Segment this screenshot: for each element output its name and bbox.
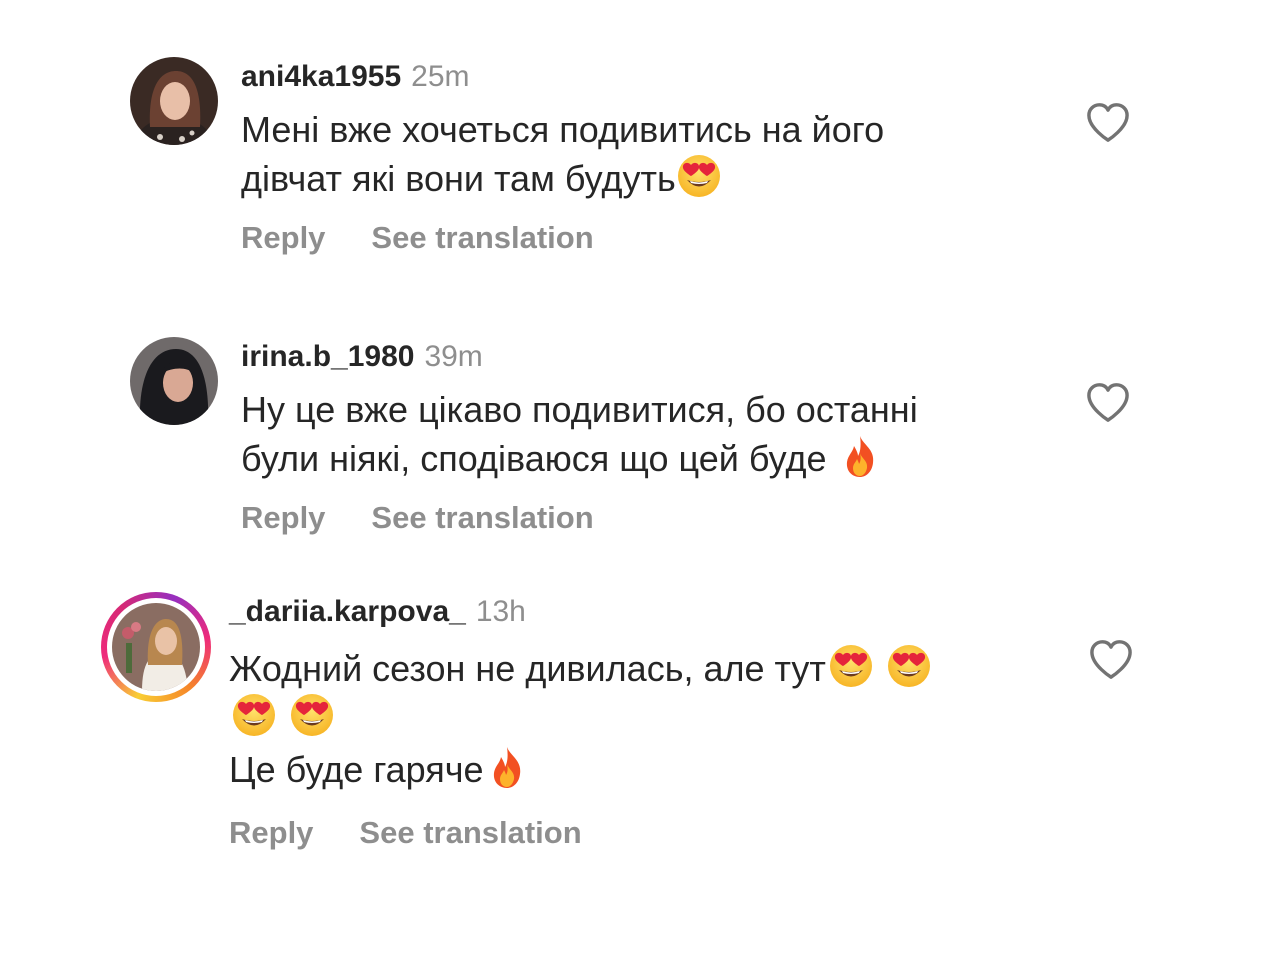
heart-eyes-emoji — [828, 643, 874, 689]
comment-actions: Reply See translation — [229, 815, 582, 851]
username[interactable]: ani4ka1955 — [241, 60, 401, 93]
avatar-photo-icon — [112, 603, 200, 691]
comment-header: irina.b_1980 39m — [241, 339, 483, 375]
heart-eyes-emoji — [886, 643, 932, 689]
fire-emoji — [837, 433, 883, 479]
reply-button[interactable]: Reply — [229, 815, 313, 850]
comment-header: _dariia.karpova_ 13h — [229, 594, 526, 630]
reply-button[interactable]: Reply — [241, 500, 325, 535]
heart-eyes-emoji — [676, 153, 722, 199]
like-heart-icon[interactable] — [1088, 638, 1134, 680]
comment-header: ani4ka1955 25m — [241, 59, 470, 95]
comment-line: Мені вже хочеться подивитись на його — [241, 109, 885, 150]
timestamp: 25m — [411, 60, 470, 93]
comment-text: Жодний сезон не дивилась, але тут Це буд… — [229, 643, 932, 793]
comment-actions: Reply See translation — [241, 500, 594, 536]
comment-text: Мені вже хочеться подивитись на його дів… — [241, 107, 884, 202]
avatar[interactable] — [130, 337, 218, 425]
comment-line-text: Жодний сезон не дивилась, але тут — [229, 648, 826, 689]
like-heart-icon[interactable] — [1085, 381, 1131, 423]
timestamp: 39m — [424, 340, 483, 373]
reply-button[interactable]: Reply — [241, 220, 325, 255]
heart-eyes-emoji — [289, 692, 335, 738]
comment-line: Ну це вже цікаво подивитися, бо останні — [241, 389, 918, 430]
avatar — [112, 603, 200, 691]
see-translation-button[interactable]: See translation — [371, 500, 593, 535]
comment-line-text: дівчат які вони там будуть — [241, 158, 676, 199]
fire-emoji — [484, 744, 530, 790]
comment-line-text: були ніякі, сподіваюся що цей буде — [241, 438, 837, 479]
like-heart-icon[interactable] — [1085, 101, 1131, 143]
comment-line: Це буде гаряче — [229, 744, 932, 793]
username[interactable]: irina.b_1980 — [241, 340, 414, 373]
see-translation-button[interactable]: See translation — [371, 220, 593, 255]
comment-line: були ніякі, сподіваюся що цей буде — [241, 433, 918, 482]
avatar-photo-icon — [130, 337, 218, 425]
comment-actions: Reply See translation — [241, 220, 594, 256]
heart-eyes-emoji — [231, 692, 277, 738]
avatar[interactable] — [130, 57, 218, 145]
comment-text: Ну це вже цікаво подивитися, бо останні … — [241, 387, 918, 482]
see-translation-button[interactable]: See translation — [359, 815, 581, 850]
timestamp: 13h — [475, 595, 526, 628]
username[interactable]: _dariia.karpova_ — [229, 595, 466, 628]
story-ring[interactable] — [101, 592, 211, 702]
comment-line: дівчат які вони там будуть — [241, 153, 884, 202]
comment-line — [229, 692, 932, 744]
comment-line: Жодний сезон не дивилась, але тут — [229, 643, 932, 692]
avatar-photo-icon — [130, 57, 218, 145]
comment-line-text: Це буде гаряче — [229, 749, 484, 790]
